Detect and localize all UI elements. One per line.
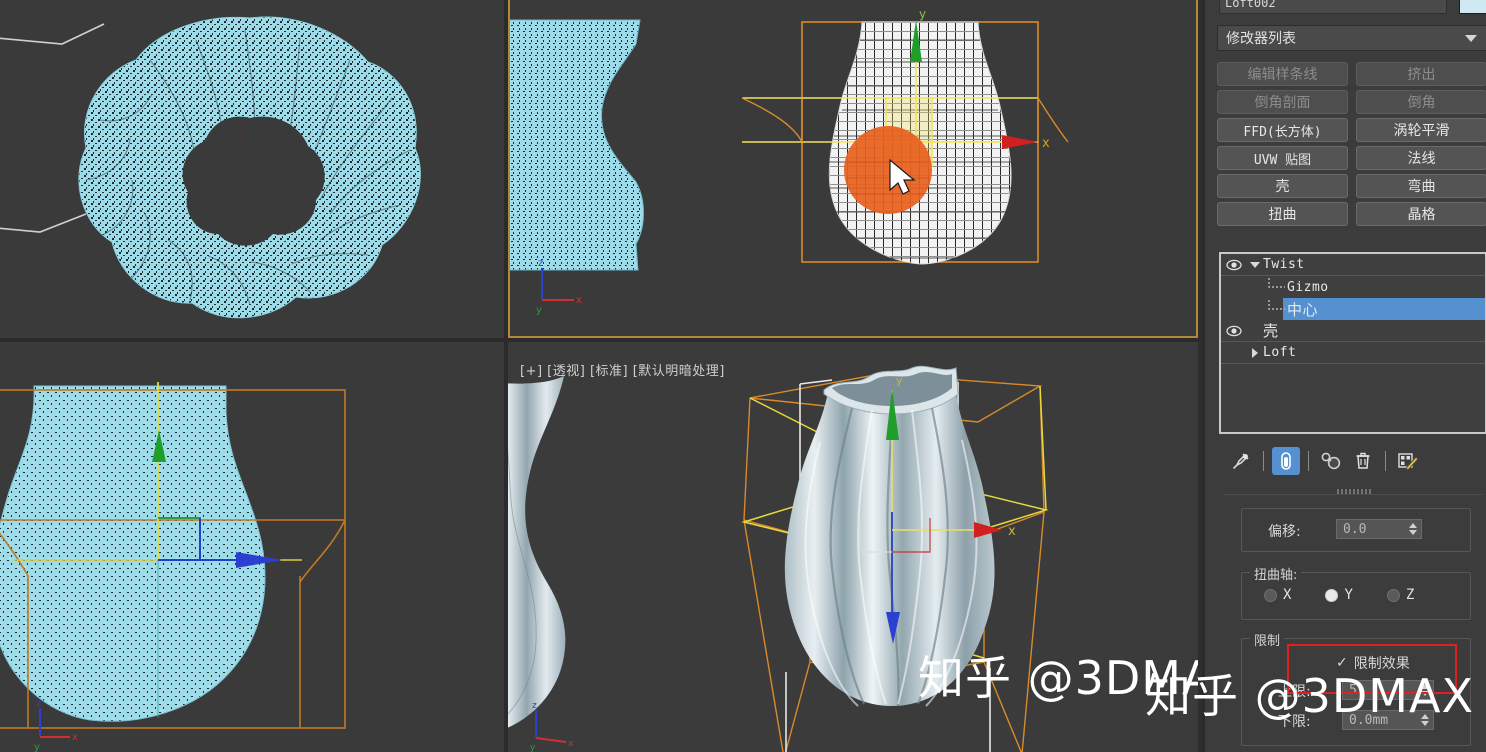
- modifier-stack-label: Loft: [1263, 345, 1297, 360]
- svg-text:x: x: [576, 295, 582, 306]
- object-name-field[interactable]: Loft002: [1219, 0, 1447, 14]
- viewport-divider-horizontal-right[interactable]: [508, 338, 1198, 342]
- viewport-divider-vertical[interactable]: [504, 0, 508, 752]
- modifier-button[interactable]: 挤出: [1356, 62, 1486, 86]
- svg-text:x: x: [72, 732, 78, 743]
- svg-text:z: z: [538, 258, 543, 269]
- modifier-button[interactable]: 弯曲: [1356, 174, 1486, 198]
- show-end-result-icon[interactable]: [1272, 447, 1300, 475]
- rollout-divider: [1223, 494, 1483, 495]
- twist-axis-radio[interactable]: Y: [1325, 587, 1353, 603]
- tree-connector: [1263, 270, 1287, 298]
- modifier-stack-toolbar: [1219, 444, 1486, 478]
- modifier-button[interactable]: 扭曲: [1217, 202, 1348, 226]
- svg-text:y: y: [919, 7, 926, 21]
- svg-text:z: z: [36, 698, 41, 709]
- twist-axis-radio-label: Z: [1405, 587, 1415, 603]
- offset-label: 偏移:: [1268, 524, 1301, 540]
- twist-axis-radio-label: Y: [1344, 587, 1353, 603]
- radio-dot-icon: [1386, 588, 1400, 602]
- modifier-button[interactable]: 晶格: [1356, 202, 1486, 226]
- make-unique-icon[interactable]: [1317, 447, 1345, 475]
- svg-text:x: x: [568, 739, 574, 749]
- remove-modifier-icon[interactable]: [1349, 447, 1377, 475]
- chevron-down-icon[interactable]: [1247, 261, 1263, 268]
- modifier-stack-row[interactable]: Gizmo: [1221, 270, 1485, 298]
- viewport-bottom-left[interactable]: z x y: [0, 342, 504, 752]
- modifier-stack-label: 壳: [1263, 322, 1279, 340]
- svg-text:x: x: [1008, 524, 1016, 539]
- modifier-button-set: 编辑样条线 挤出 倒角剖面 倒角 FFD(长方体) 涡轮平滑 UVW 贴图 法线壳弯曲 扭曲 晶格: [1217, 62, 1486, 226]
- object-name-row: Loft002: [1219, 0, 1486, 20]
- modifier-button[interactable]: 法线: [1356, 146, 1486, 170]
- torus-wireframe-art: [0, 16, 421, 319]
- vase-wireframe-gizmo-art: z x y y x: [510, 7, 1069, 316]
- viewport-divider-horizontal-left[interactable]: [0, 338, 504, 342]
- offset-value: 0.0: [1343, 521, 1367, 537]
- eye-visibility-icon[interactable]: [1221, 259, 1247, 271]
- offset-spinner[interactable]: 0.0: [1336, 519, 1422, 539]
- modifier-stack-label: 中心: [1287, 300, 1319, 319]
- twist-axis-radio[interactable]: X: [1264, 587, 1291, 603]
- modifier-stack-row[interactable]: Twist: [1221, 254, 1485, 276]
- modifier-button[interactable]: 倒角剖面: [1217, 90, 1348, 114]
- toolbar-separator-1: [1263, 451, 1264, 471]
- tree-connector: [1263, 292, 1287, 320]
- pin-stack-icon[interactable]: [1227, 447, 1255, 475]
- radio-dot-icon: [1325, 588, 1339, 602]
- svg-text:y: y: [896, 374, 903, 387]
- modifier-stack[interactable]: Twist Gizmo 中心壳 Loft: [1219, 252, 1486, 434]
- twist-axis-group: 扭曲轴: X Y Z: [1241, 564, 1471, 620]
- modifier-button[interactable]: 壳: [1217, 174, 1348, 198]
- modifier-stack-row[interactable]: Loft: [1221, 342, 1485, 364]
- modifier-button[interactable]: 涡轮平滑: [1356, 118, 1486, 142]
- viewport-top-left[interactable]: [0, 0, 504, 338]
- modifier-button[interactable]: FFD(长方体): [1217, 118, 1348, 142]
- watermark-overlay: 知乎 @3DMAX: [1145, 669, 1474, 723]
- modifier-stack-label: Twist: [1263, 257, 1305, 272]
- svg-text:x: x: [1042, 136, 1050, 151]
- radio-dot-icon: [1264, 588, 1277, 602]
- chevron-right-icon[interactable]: [1247, 347, 1263, 358]
- toolbar-separator-3: [1385, 451, 1386, 471]
- twist-axis-label: 扭曲轴:: [1250, 564, 1302, 583]
- limits-label: 限制: [1250, 630, 1285, 649]
- modifier-button[interactable]: 编辑样条线: [1217, 62, 1348, 86]
- command-panel: Loft002 修改器列表 编辑样条线 挤出 倒角剖面 倒角 FFD(长方体) 涡轮平滑 U…: [1202, 0, 1486, 752]
- vase-front-selected-art: z x y: [0, 382, 346, 752]
- modifier-list-label: 修改器列表: [1226, 31, 1296, 47]
- viewport-perspective[interactable]: [+] [透视] [标准] [默认明暗处理] z x y y x 知乎 @3DM: [508, 342, 1198, 752]
- svg-text:z: z: [532, 701, 537, 711]
- toolbar-separator-2: [1308, 451, 1309, 471]
- modifier-button[interactable]: 倒角: [1356, 90, 1486, 114]
- chevron-down-icon: [1465, 34, 1477, 42]
- modifier-button[interactable]: UVW 贴图: [1217, 146, 1348, 170]
- offset-spin-arrows[interactable]: [1409, 523, 1417, 535]
- object-color-swatch[interactable]: [1459, 0, 1486, 14]
- viewport-top-right[interactable]: z x y y x: [508, 0, 1198, 338]
- modifier-stack-row[interactable]: 中心: [1221, 292, 1485, 320]
- svg-text:y: y: [34, 742, 40, 752]
- eye-visibility-icon[interactable]: [1221, 325, 1247, 337]
- configure-modifier-sets-icon[interactable]: [1394, 447, 1422, 475]
- twist-axis-radio[interactable]: Z: [1386, 587, 1415, 603]
- modifier-list-dropdown[interactable]: 修改器列表: [1217, 25, 1486, 51]
- modifier-stack-row[interactable]: 壳: [1221, 320, 1485, 342]
- twist-axis-radio-label: X: [1283, 587, 1292, 603]
- svg-text:y: y: [530, 743, 536, 752]
- svg-text:y: y: [536, 305, 542, 316]
- angle-offset-group: 偏移: 0.0: [1241, 508, 1471, 552]
- modifier-stack-label: Gizmo: [1287, 279, 1329, 295]
